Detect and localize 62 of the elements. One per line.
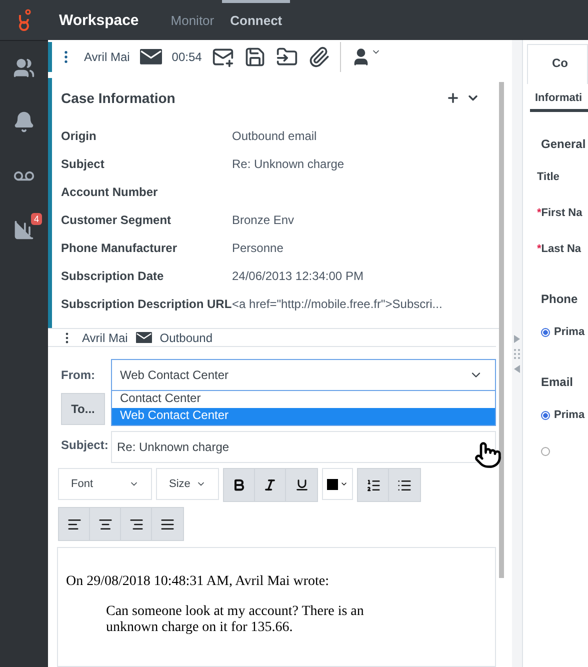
- contact-name: Avril Mai: [82, 330, 128, 344]
- section-title: Case Information: [61, 90, 176, 106]
- required-mark: *: [537, 243, 542, 255]
- subject-label: Subject:: [61, 437, 110, 452]
- field-label: Last Na: [541, 243, 582, 255]
- field-value: Re: Unknown charge: [232, 157, 346, 171]
- from-select[interactable]: Web Contact Center: [111, 359, 496, 391]
- folder-icon[interactable]: [276, 46, 298, 68]
- radio-button[interactable]: [541, 446, 550, 456]
- required-mark: *: [537, 207, 542, 219]
- timer: 00:54: [172, 50, 202, 64]
- to-button[interactable]: To...: [61, 393, 105, 425]
- from-label: From:: [61, 367, 96, 382]
- field-label: Origin: [61, 129, 98, 143]
- send-mail-icon[interactable]: [212, 46, 234, 68]
- section-heading: Email: [541, 375, 574, 389]
- quoted-message: Can someone look at my account? There is an unknown charge on it for 135.66.: [106, 604, 365, 636]
- field-label: Subscription Date: [61, 269, 165, 283]
- drag-handle-icon[interactable]: [514, 348, 520, 358]
- radio-button[interactable]: [541, 328, 550, 336]
- paperclip-icon[interactable]: [308, 46, 330, 68]
- panel-tab[interactable]: Co: [527, 44, 588, 84]
- envelope-icon: [136, 332, 152, 344]
- people-icon[interactable]: [13, 57, 35, 79]
- contact-name: Avril Mai: [84, 50, 130, 64]
- font-label: Font: [71, 478, 94, 490]
- field-label: Phone Manufacturer: [61, 241, 178, 255]
- radio-button[interactable]: [541, 410, 550, 420]
- add-icon[interactable]: [446, 91, 460, 105]
- notification-badge: 4: [30, 213, 42, 225]
- logo-icon: [17, 9, 31, 31]
- nav-tab[interactable]: Monitor: [162, 0, 222, 40]
- field-value: Bronze Env: [232, 213, 296, 227]
- font-dropdown[interactable]: Font: [58, 468, 152, 500]
- radio-label: Prima: [554, 326, 585, 338]
- hand-cursor-icon: [474, 441, 502, 469]
- quote-header: On 29/08/2018 10:48:31 AM, Avril Mai wrote:: [66, 574, 330, 590]
- field-label: Title: [537, 171, 560, 183]
- field-label: Subject: [61, 157, 106, 171]
- text-color-icon[interactable]: [322, 468, 353, 500]
- dropdown-option[interactable]: Web Contact Center: [112, 408, 495, 425]
- direction-label: Outbound: [160, 330, 213, 344]
- field-label: Account Number: [61, 185, 159, 199]
- field-label: Subscription Description URL: [61, 297, 232, 311]
- size-dropdown[interactable]: Size: [156, 468, 219, 500]
- save-icon[interactable]: [244, 46, 266, 68]
- field-value: Outbound email: [232, 129, 318, 143]
- app-title: Workspace: [59, 12, 139, 28]
- chart-icon[interactable]: [13, 219, 35, 241]
- bell-icon[interactable]: [13, 111, 35, 133]
- field-value: Personne: [232, 241, 284, 255]
- subject-field[interactable]: Re: Unknown charge: [111, 431, 496, 463]
- envelope-icon: [140, 49, 162, 65]
- size-label: Size: [169, 478, 190, 490]
- field-label: First Na: [541, 207, 582, 219]
- field-value: 24/06/2013 12:34:00 PM: [232, 269, 364, 283]
- radio-label: Prima: [554, 409, 585, 421]
- field-label: Customer Segment: [61, 213, 172, 227]
- sub-tab[interactable]: Informati: [530, 84, 588, 112]
- section-heading: General: [541, 137, 586, 151]
- section-heading: Phone: [541, 292, 578, 306]
- field-value: <a href="http://mobile.free.fr">Subscri...: [232, 297, 444, 311]
